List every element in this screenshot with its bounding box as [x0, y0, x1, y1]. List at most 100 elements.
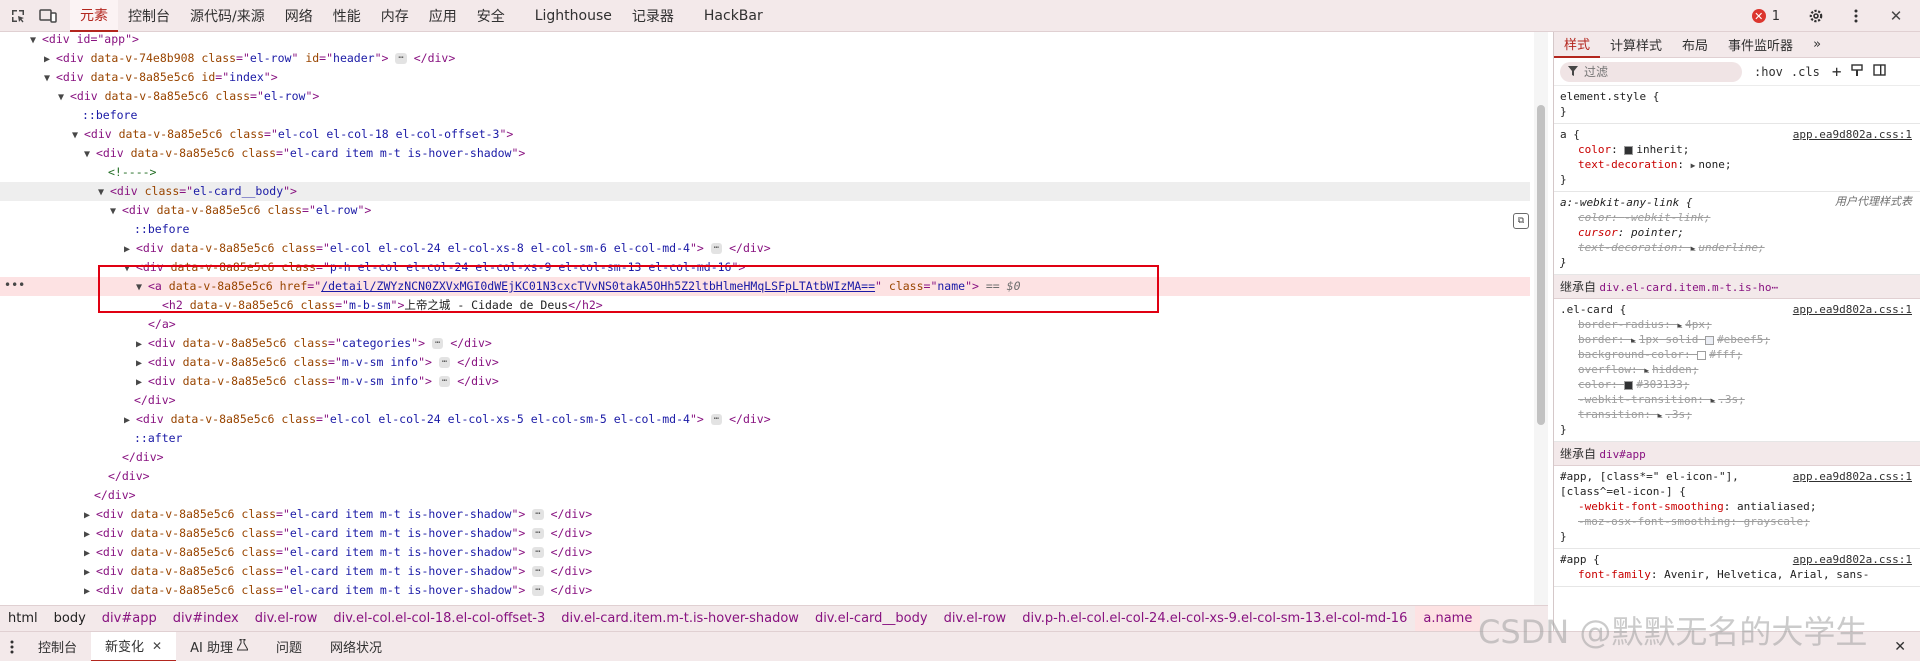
- dom-pseudo-before[interactable]: ::before: [134, 220, 1548, 239]
- rule-app[interactable]: #app {app.ea9d802a.css:1 font-family: Av…: [1554, 549, 1920, 587]
- collapsed-triangle-icon[interactable]: ▶: [84, 582, 96, 601]
- close-drawer-icon[interactable]: ✕: [1880, 632, 1920, 661]
- dom-pseudo-after[interactable]: ::after: [134, 429, 1548, 448]
- dom-close-div[interactable]: </div>: [134, 391, 1548, 410]
- tab-lighthouse[interactable]: Lighthouse: [525, 0, 622, 32]
- ellipsis-badge[interactable]: ⋯: [438, 376, 451, 387]
- tab-security[interactable]: 安全: [467, 0, 515, 32]
- hov-toggle[interactable]: :hov: [1754, 65, 1783, 79]
- collapsed-triangle-icon[interactable]: ▶: [136, 335, 148, 354]
- detail-link[interactable]: /detail/ZWYzNCN0ZXVxMGI0dWEjKC01N3cxcTVv…: [321, 279, 875, 293]
- ellipsis-badge[interactable]: ⋯: [395, 53, 407, 64]
- settings-gear-icon[interactable]: [1804, 4, 1828, 28]
- inherited-from-link[interactable]: div.el-card.item.m-t.is-ho⋯: [1599, 281, 1778, 294]
- inherited-from-link[interactable]: div#app: [1599, 448, 1645, 461]
- dom-node-card[interactable]: ▼ <div data-v-8a85e5c6 class="el-card ite…: [84, 144, 1548, 163]
- dom-node-col-offset[interactable]: ▼ <div data-v-8a85e5c6 class="el-col el-c…: [72, 125, 1548, 144]
- dom-node-h2[interactable]: <h2 data-v-8a85e5c6 class="m-b-sm">上帝之城 …: [162, 296, 1548, 315]
- dom-node-index[interactable]: ▼ <div data-v-8a85e5c6 id="index">: [44, 68, 1548, 87]
- ellipsis-badge[interactable]: ⋯: [532, 547, 544, 558]
- stylesheet-link[interactable]: app.ea9d802a.css:1: [1793, 127, 1912, 142]
- color-swatch[interactable]: [1697, 350, 1707, 360]
- stylesheet-link[interactable]: app.ea9d802a.css:1: [1793, 302, 1912, 317]
- breadcrumb-item[interactable]: html: [0, 606, 46, 631]
- ellipsis-badge[interactable]: ⋯: [532, 585, 544, 596]
- collapsed-triangle-icon[interactable]: ▶: [136, 373, 148, 392]
- collapsed-triangle-icon[interactable]: ▶: [84, 544, 96, 563]
- breadcrumb-item[interactable]: div#index: [165, 606, 247, 631]
- breadcrumb-item[interactable]: div.p-h.el-col.el-col-24.el-col-xs-9.el-…: [1014, 606, 1415, 631]
- color-swatch[interactable]: [1624, 145, 1634, 155]
- dom-node-a-name[interactable]: ▼ <a data-v-8a85e5c6 href="/detail/ZWYzNC…: [0, 277, 1530, 296]
- collapsed-triangle-icon[interactable]: ▶: [84, 563, 96, 582]
- tab-network[interactable]: 网络: [275, 0, 323, 32]
- drawer-menu-icon[interactable]: [0, 632, 24, 661]
- tab-styles[interactable]: 样式: [1554, 32, 1601, 58]
- breadcrumb-item[interactable]: body: [46, 606, 94, 631]
- tab-layout[interactable]: 布局: [1672, 32, 1718, 58]
- color-swatch[interactable]: [1705, 335, 1715, 345]
- collapsed-triangle-icon[interactable]: ▶: [84, 506, 96, 525]
- toggle-sidebar-icon[interactable]: [1873, 64, 1887, 79]
- dom-node-app[interactable]: ▼ <div id="app">: [30, 32, 1548, 49]
- dom-node-card-collapsed[interactable]: ▶ <div data-v-8a85e5c6 class="el-card ite…: [84, 562, 1548, 581]
- drawer-tab-issues[interactable]: 问题: [262, 632, 316, 661]
- ellipsis-badge[interactable]: ⋯: [431, 338, 444, 349]
- breadcrumb-item[interactable]: div#app: [94, 606, 165, 631]
- dom-node-col-md-4[interactable]: ▶ <div data-v-8a85e5c6 class="el-col el-c…: [124, 239, 1548, 258]
- close-devtools-icon[interactable]: ✕: [1884, 4, 1908, 28]
- tab-console[interactable]: 控制台: [118, 0, 180, 32]
- dom-node-card-body[interactable]: ▼ <div class="el-card__body">: [0, 182, 1530, 201]
- drawer-tab-ai-assistant[interactable]: AI 助理: [176, 632, 262, 661]
- breadcrumb-item[interactable]: div.el-col.el-col-18.el-col-offset-3: [325, 606, 553, 631]
- breadcrumb-item[interactable]: div.el-row: [247, 606, 326, 631]
- drawer-tab-changes[interactable]: 新变化 ✕: [91, 631, 177, 661]
- dom-pseudo-before[interactable]: ::before: [82, 106, 1548, 125]
- tab-event-listeners[interactable]: 事件监听器: [1718, 32, 1803, 58]
- tab-recorder[interactable]: 记录器: [622, 0, 684, 32]
- drawer-tab-console[interactable]: 控制台: [24, 632, 91, 661]
- dom-node-card-collapsed[interactable]: ▶ <div data-v-8a85e5c6 class="el-card ite…: [84, 505, 1548, 524]
- dom-node-card-collapsed[interactable]: ▶ <div data-v-8a85e5c6 class="el-card ite…: [84, 581, 1548, 600]
- rule-user-agent[interactable]: a:-webkit-any-link {用户代理样式表 color: -webk…: [1554, 192, 1920, 275]
- collapsed-triangle-icon[interactable]: ▶: [124, 240, 136, 259]
- drawer-tab-network-conditions[interactable]: 网络状况: [316, 632, 396, 661]
- filter-input[interactable]: [1584, 64, 1724, 79]
- ellipsis-badge[interactable]: ⋯: [532, 566, 544, 577]
- elements-scrollbar-thumb[interactable]: [1537, 105, 1545, 425]
- ellipsis-badge[interactable]: ⋯: [438, 357, 451, 368]
- expanded-triangle-icon[interactable]: ▼: [72, 126, 84, 145]
- tab-elements[interactable]: 元素: [70, 0, 118, 32]
- ellipsis-badge[interactable]: ⋯: [710, 414, 723, 425]
- breadcrumb-item[interactable]: div.el-card__body: [807, 606, 936, 631]
- dom-node-info[interactable]: ▶ <div data-v-8a85e5c6 class="m-v-sm info…: [136, 353, 1548, 372]
- error-badge[interactable]: ✕ 1: [1751, 9, 1780, 24]
- collapsed-triangle-icon[interactable]: ▶: [124, 411, 136, 430]
- breadcrumb-item[interactable]: div.el-row: [936, 606, 1015, 631]
- inspect-element-icon[interactable]: [6, 4, 30, 28]
- tab-computed[interactable]: 计算样式: [1600, 32, 1672, 58]
- dom-node-el-row[interactable]: ▼ <div data-v-8a85e5c6 class="el-row">: [58, 87, 1548, 106]
- expanded-triangle-icon[interactable]: ▼: [44, 69, 56, 88]
- dom-node-col-xs-5[interactable]: ▶ <div data-v-8a85e5c6 class="el-col el-c…: [124, 410, 1548, 429]
- rule-a[interactable]: a {app.ea9d802a.css:1 color: inherit; te…: [1554, 124, 1920, 192]
- rule-el-card[interactable]: .el-card {app.ea9d802a.css:1 border-radi…: [1554, 299, 1920, 442]
- cls-toggle[interactable]: .cls: [1791, 65, 1820, 79]
- collapsed-triangle-icon[interactable]: ▶: [84, 525, 96, 544]
- expanded-triangle-icon[interactable]: ▼: [98, 183, 110, 202]
- dom-node-card-collapsed[interactable]: ▶ <div data-v-8a85e5c6 class="el-card ite…: [84, 543, 1548, 562]
- tab-memory[interactable]: 内存: [371, 0, 419, 32]
- dom-node-categories[interactable]: ▶ <div data-v-8a85e5c6 class="categories"…: [136, 334, 1548, 353]
- collapsed-triangle-icon[interactable]: ▶: [44, 50, 56, 69]
- dom-comment[interactable]: <!---->: [108, 163, 1548, 182]
- dom-node-col-md-16[interactable]: ▼ <div data-v-8a85e5c6 class="p-h el-col …: [124, 258, 1548, 277]
- dom-close-div[interactable]: </div>: [94, 486, 1548, 505]
- expanded-triangle-icon[interactable]: ▼: [124, 259, 136, 278]
- dom-close-a[interactable]: </a>: [148, 315, 1548, 334]
- new-rule-plus-icon[interactable]: +: [1832, 62, 1842, 81]
- node-actions-dots-icon[interactable]: •••: [4, 278, 25, 292]
- dom-close-div[interactable]: </div>: [122, 448, 1548, 467]
- expanded-triangle-icon[interactable]: ▼: [110, 202, 122, 221]
- color-swatch[interactable]: [1624, 380, 1634, 390]
- stylesheet-link[interactable]: app.ea9d802a.css:1: [1793, 552, 1912, 567]
